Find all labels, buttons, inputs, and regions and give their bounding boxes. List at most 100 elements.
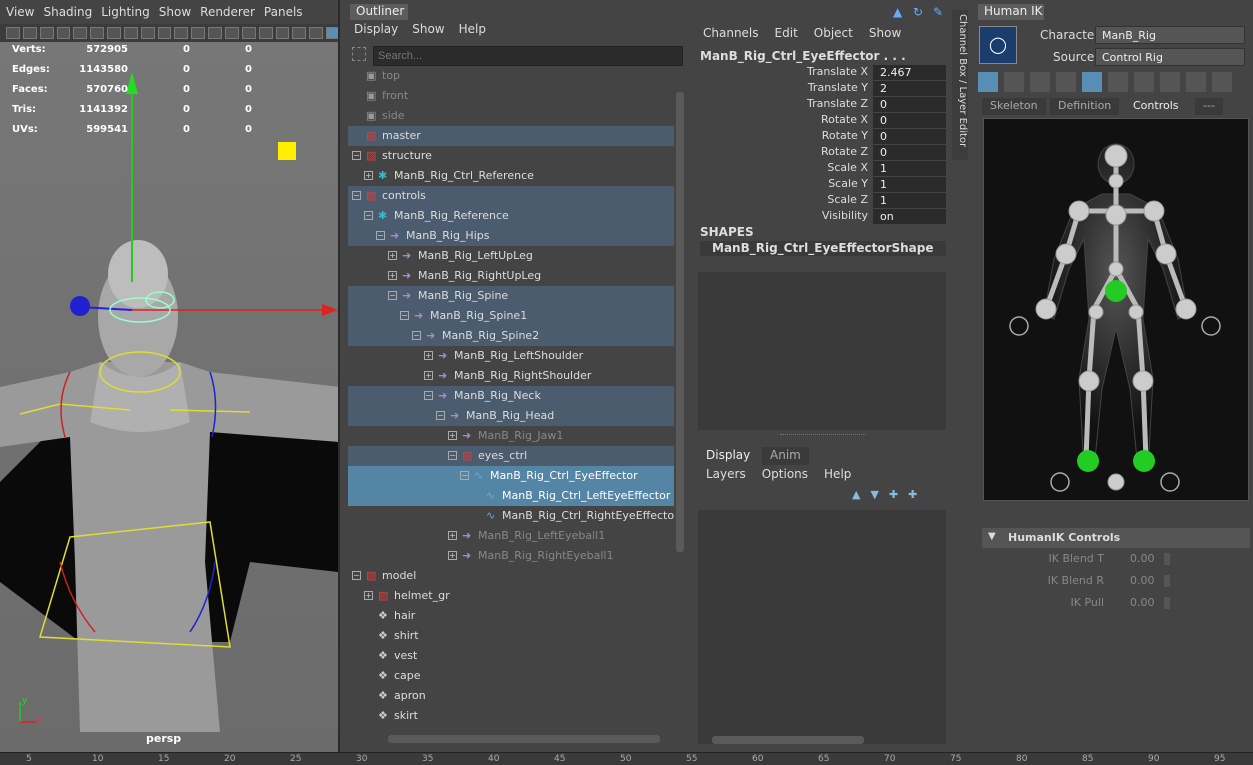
channelbox-menu-object[interactable]: Object: [814, 26, 853, 40]
viewport-tool-icon[interactable]: [326, 27, 338, 39]
character-model[interactable]: [0, 42, 340, 752]
collapse-icon[interactable]: ▼: [988, 531, 996, 542]
outliner-menu-help[interactable]: Help: [459, 22, 486, 40]
humanik-body-diagram[interactable]: [984, 119, 1248, 500]
viewport-tool-icon[interactable]: [140, 27, 155, 39]
ik-control-value[interactable]: 0.00: [1130, 596, 1155, 609]
outliner-item[interactable]: ▣ front: [348, 86, 674, 106]
outliner-item[interactable]: ❖ shirt: [348, 626, 674, 646]
collapse-icon[interactable]: −: [352, 571, 361, 580]
selected-object-name[interactable]: ManB_Rig_Ctrl_EyeEffector . . .: [700, 49, 906, 63]
outliner-item[interactable]: ▧ master: [348, 126, 674, 146]
layer-list-area[interactable]: [698, 510, 946, 744]
reset-icon[interactable]: [1160, 72, 1180, 92]
selection-icon[interactable]: [1030, 72, 1050, 92]
viewport-tool-icon[interactable]: [73, 27, 88, 39]
viewport-tool-icon[interactable]: [275, 27, 290, 39]
channel-row[interactable]: Rotate X 0: [700, 113, 950, 129]
channel-label[interactable]: Rotate Z: [821, 145, 868, 158]
outliner-item[interactable]: + ➜ ManB_Rig_RightEyeball1: [348, 546, 674, 566]
viewport-tool-icon[interactable]: [258, 27, 273, 39]
viewport-tool-icon[interactable]: [107, 27, 121, 39]
full-body-icon[interactable]: [978, 72, 998, 92]
ik-control-slider[interactable]: [1164, 575, 1170, 587]
channel-value-field[interactable]: 2.467: [873, 65, 946, 80]
outliner-item[interactable]: − ➜ ManB_Rig_Spine1: [348, 306, 674, 326]
viewport-menu-shading[interactable]: Shading: [43, 5, 101, 19]
key-icon[interactable]: [1134, 72, 1154, 92]
outliner-title[interactable]: Outliner: [350, 4, 408, 20]
channel-value-field[interactable]: 0: [873, 97, 946, 112]
collapse-icon[interactable]: −: [376, 231, 385, 240]
outliner-tree[interactable]: ▣ top ▣ front ▣ side ▧ master − ▧ structure + ✱ ManB_…: [348, 66, 674, 738]
collapse-icon[interactable]: −: [352, 191, 361, 200]
outliner-item[interactable]: ❖ apron: [348, 686, 674, 706]
viewport-tool-icon[interactable]: [208, 27, 222, 39]
ik-control-slider[interactable]: [1164, 597, 1170, 609]
expand-icon[interactable]: +: [364, 591, 373, 600]
body-part-icon[interactable]: [1004, 72, 1024, 92]
outliner-item[interactable]: − ▧ structure: [348, 146, 674, 166]
outliner-item[interactable]: ▣ top: [348, 66, 674, 86]
bake-icon[interactable]: [1212, 72, 1232, 92]
ik-control-value[interactable]: 0.00: [1130, 552, 1155, 565]
expand-icon[interactable]: +: [448, 431, 457, 440]
outliner-vscroll[interactable]: [676, 92, 684, 552]
outliner-hscroll[interactable]: [388, 735, 660, 743]
viewport-menu-show[interactable]: Show: [159, 5, 200, 19]
move-layer-up-icon[interactable]: ▲: [852, 488, 860, 501]
channel-value-field[interactable]: 0: [873, 145, 946, 160]
viewport-tool-icon[interactable]: [22, 27, 37, 39]
channelbox-menu-channels[interactable]: Channels: [703, 26, 759, 40]
outliner-item[interactable]: + ✱ ManB_Rig_Ctrl_Reference: [348, 166, 674, 186]
viewport-tool-icon[interactable]: [56, 27, 71, 39]
collapse-icon[interactable]: −: [436, 411, 445, 420]
collapse-icon[interactable]: −: [412, 331, 421, 340]
channel-value-field[interactable]: 0: [873, 113, 946, 128]
channel-label[interactable]: Translate Z: [807, 97, 868, 110]
layer-menu-layers[interactable]: Layers: [706, 467, 746, 481]
outliner-item[interactable]: − ➜ ManB_Rig_Head: [348, 406, 674, 426]
collapse-icon[interactable]: −: [400, 311, 409, 320]
channelbox-menu-edit[interactable]: Edit: [775, 26, 798, 40]
expand-icon[interactable]: +: [448, 551, 457, 560]
refresh-icon[interactable]: ↻: [913, 5, 927, 19]
viewport-tool-icon[interactable]: [174, 27, 189, 39]
viewport-menu-lighting[interactable]: Lighting: [101, 5, 159, 19]
collapse-icon[interactable]: −: [388, 291, 397, 300]
collapse-icon[interactable]: −: [460, 471, 469, 480]
viewport-scene[interactable]: Verts: 572905 0 0 Edges: 1143580 0 0 Faces: 57076…: [0, 42, 340, 752]
channel-row[interactable]: Translate Y 2: [700, 81, 950, 97]
outliner-item[interactable]: ❖ hair: [348, 606, 674, 626]
character-dropdown[interactable]: ManB_Rig: [1095, 26, 1245, 44]
collapse-icon[interactable]: −: [448, 451, 457, 460]
viewport-tool-icon[interactable]: [224, 27, 239, 39]
channel-label[interactable]: Rotate X: [821, 113, 868, 126]
outliner-item[interactable]: + ➜ ManB_Rig_RightUpLeg: [348, 266, 674, 286]
channel-label[interactable]: Translate X: [807, 65, 868, 78]
humanik-tab-controls[interactable]: Controls: [1125, 98, 1187, 115]
humanik-character-view[interactable]: [983, 118, 1249, 501]
outliner-item[interactable]: ▣ side: [348, 106, 674, 126]
outliner-item[interactable]: + ▧ helmet_gr: [348, 586, 674, 606]
expand-icon[interactable]: +: [388, 271, 397, 280]
outliner-item[interactable]: − ∿ ManB_Rig_Ctrl_EyeEffector: [348, 466, 674, 486]
shape-node-name[interactable]: ManB_Rig_Ctrl_EyeEffectorShape: [700, 241, 946, 256]
collapse-icon[interactable]: −: [424, 391, 433, 400]
outliner-item[interactable]: − ➜ ManB_Rig_Hips: [348, 226, 674, 246]
outliner-item[interactable]: − ✱ ManB_Rig_Reference: [348, 206, 674, 226]
new-layer-icon[interactable]: ✚: [889, 488, 898, 501]
channel-row[interactable]: Scale Z 1: [700, 193, 950, 209]
outliner-item[interactable]: − ▧ eyes_ctrl: [348, 446, 674, 466]
stance-pose-icon[interactable]: [1056, 72, 1076, 92]
viewport-tool-icon[interactable]: [157, 27, 172, 39]
expand-icon[interactable]: +: [448, 531, 457, 540]
tools-icon[interactable]: ▲: [893, 5, 907, 19]
new-layer-selected-icon[interactable]: ✚: [908, 488, 917, 501]
expand-icon[interactable]: +: [388, 251, 397, 260]
layer-hscroll[interactable]: [712, 736, 864, 744]
outliner-item[interactable]: ∿ ManB_Rig_Ctrl_RightEyeEffector: [348, 506, 674, 526]
pin-icon[interactable]: [1082, 72, 1102, 92]
outliner-item[interactable]: + ➜ ManB_Rig_RightShoulder: [348, 366, 674, 386]
channel-value-field[interactable]: 0: [873, 129, 946, 144]
